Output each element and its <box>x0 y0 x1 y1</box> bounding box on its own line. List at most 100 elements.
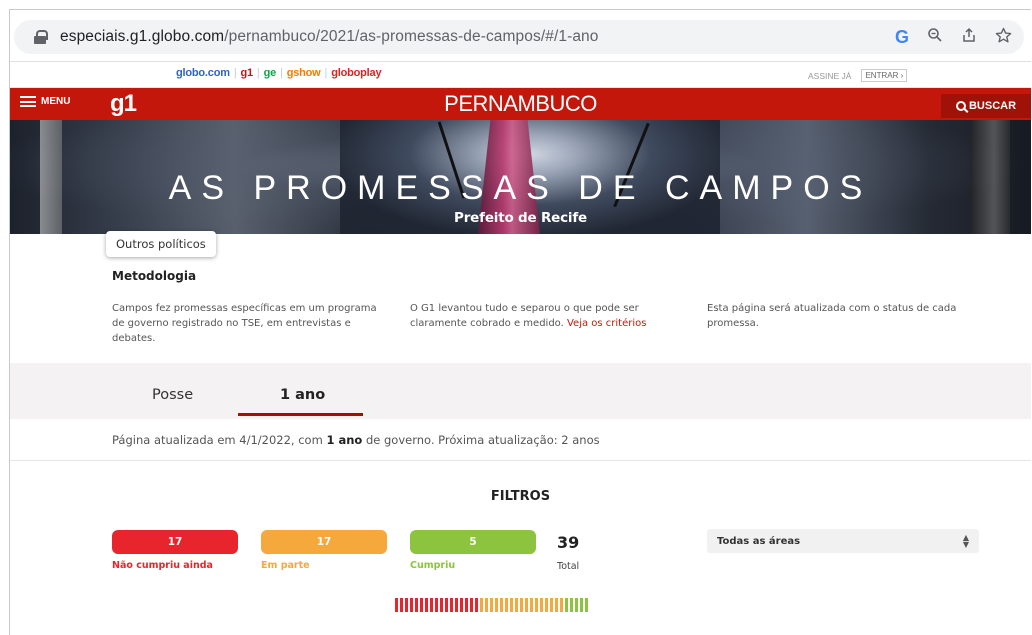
promise-status-tick <box>540 598 543 612</box>
promise-status-tick <box>575 598 578 612</box>
zoom-icon[interactable] <box>927 27 943 47</box>
promise-status-tick <box>570 598 573 612</box>
hero-banner: AS PROMESSAS DE CAMPOS Prefeito de Recif… <box>10 120 1031 234</box>
url-path: /pernambuco/2021/as-promessas-de-campos/… <box>224 28 599 45</box>
active-tab-indicator <box>238 413 363 416</box>
network-link-globoplay[interactable]: globoplay <box>331 67 381 79</box>
promise-status-tick <box>410 598 413 612</box>
promise-status-tick <box>520 598 523 612</box>
methodology-text-1: Campos fez promessas específicas em um p… <box>112 303 377 344</box>
methodology-text-2: O G1 levantou tudo e separou o que pode … <box>410 301 670 331</box>
filter-partial-button[interactable]: 17 <box>261 530 387 554</box>
globo-network-bar: globo.com | g1 | ge | gshow | globoplay ASSINE J… <box>10 62 1031 88</box>
filter-not-fulfilled-button[interactable]: 17 <box>112 530 238 554</box>
period-tabs: Posse 1 ano <box>10 363 1031 419</box>
update-info: Página atualizada em 4/1/2022, com 1 ano… <box>10 419 1031 461</box>
promise-status-tick <box>545 598 548 612</box>
tab-1-ano[interactable]: 1 ano <box>280 387 325 403</box>
lock-icon[interactable] <box>34 30 48 44</box>
promise-status-tick <box>550 598 553 612</box>
search-label: BUSCAR <box>968 100 1017 112</box>
filter-fulfilled-button[interactable]: 5 <box>410 530 536 554</box>
methodology-text-3: Esta página será atualizada com o status… <box>707 303 957 329</box>
hero-title: AS PROMESSAS DE CAMPOS <box>168 169 873 207</box>
promise-status-tick <box>425 598 428 612</box>
promise-status-tick <box>405 598 408 612</box>
network-link-ge[interactable]: ge <box>264 67 277 79</box>
criteria-link[interactable]: Veja os critérios <box>567 318 647 329</box>
promise-status-tick <box>510 598 513 612</box>
promise-status-tick <box>455 598 458 612</box>
promise-status-tick <box>495 598 498 612</box>
entrar-button[interactable]: ENTRAR › <box>861 69 908 82</box>
total-label: Total <box>557 561 580 572</box>
filter-partial-label[interactable]: Em parte <box>261 560 310 571</box>
network-link-separator: | <box>324 67 328 79</box>
promise-status-tick <box>555 598 558 612</box>
promise-status-tick <box>470 598 473 612</box>
browser-toolbar: especiais.g1.globo.com/pernambuco/2021/a… <box>10 10 1031 62</box>
network-link-separator: | <box>256 67 260 79</box>
promise-status-tick <box>480 598 483 612</box>
promise-status-tick <box>475 598 478 612</box>
tab-posse[interactable]: Posse <box>152 387 193 403</box>
promise-status-tick <box>440 598 443 612</box>
promise-status-tick <box>585 598 588 612</box>
promise-status-tick <box>525 598 528 612</box>
site-header: MENU g1 PERNAMBUCO BUSCAR <box>10 88 1031 120</box>
promise-status-tick <box>580 598 583 612</box>
promise-status-tick <box>435 598 438 612</box>
network-link-g1[interactable]: g1 <box>240 67 253 79</box>
share-icon[interactable] <box>961 27 977 47</box>
address-bar[interactable]: especiais.g1.globo.com/pernambuco/2021/a… <box>14 20 1024 54</box>
network-link-gshow[interactable]: gshow <box>287 67 321 79</box>
promise-status-tick <box>465 598 468 612</box>
url-domain: especiais.g1.globo.com <box>60 28 225 45</box>
area-select[interactable]: Todas as áreas ▲ ▼ <box>707 529 979 553</box>
network-link-separator: | <box>280 67 283 79</box>
address-bar-icons: G <box>895 20 1012 54</box>
section-title[interactable]: PERNAMBUCO <box>10 91 1031 117</box>
search-button[interactable]: BUSCAR <box>941 94 1031 118</box>
promise-status-tick <box>430 598 433 612</box>
update-prefix: Página atualizada em 4/1/2022, com <box>112 433 327 447</box>
update-period: 1 ano <box>326 433 363 447</box>
filter-not-fulfilled-label[interactable]: Não cumpriu ainda <box>112 560 213 571</box>
promise-status-tick <box>400 598 403 612</box>
network-link-globo-com[interactable]: globo.com <box>176 67 230 79</box>
account-links: ASSINE JÁ ENTRAR › <box>808 69 908 82</box>
search-icon <box>955 101 966 111</box>
promise-status-tick <box>485 598 488 612</box>
update-suffix: de governo. Próxima atualização: 2 anos <box>362 433 600 447</box>
update-text: Página atualizada em 4/1/2022, com 1 ano… <box>112 433 600 447</box>
promise-status-tick <box>460 598 463 612</box>
filters-title: FILTROS <box>490 489 551 504</box>
methodology-section: Metodologia Campos fez promessas específ… <box>10 234 1031 363</box>
browser-window: especiais.g1.globo.com/pernambuco/2021/a… <box>9 9 1031 635</box>
promise-status-tick <box>415 598 418 612</box>
network-link-separator: | <box>233 67 237 79</box>
google-icon[interactable]: G <box>895 27 909 48</box>
total-count: 39 <box>557 533 580 552</box>
hero-subtitle: Prefeito de Recife <box>454 210 587 226</box>
promise-status-tick <box>505 598 508 612</box>
promise-status-tick <box>395 598 398 612</box>
promise-status-tick <box>565 598 568 612</box>
promise-status-tick <box>490 598 493 612</box>
promise-status-tick <box>530 598 533 612</box>
network-links: globo.com | g1 | ge | gshow | globoplay <box>176 67 385 79</box>
assine-link[interactable]: ASSINE JÁ <box>808 71 851 81</box>
promise-status-tick <box>560 598 563 612</box>
filter-fulfilled-label[interactable]: Cumpriu <box>410 560 455 571</box>
promise-status-tick <box>515 598 518 612</box>
promise-status-tick <box>535 598 538 612</box>
promise-status-tick <box>420 598 423 612</box>
promise-status-tick <box>500 598 503 612</box>
promise-status-tick <box>445 598 448 612</box>
bookmark-star-icon[interactable] <box>995 27 1012 48</box>
methodology-title: Metodologia <box>112 269 197 283</box>
promise-status-bars <box>395 598 588 612</box>
promise-status-tick <box>450 598 453 612</box>
url-text[interactable]: especiais.g1.globo.com/pernambuco/2021/a… <box>60 28 599 46</box>
area-select-value: Todas as áreas <box>717 535 801 547</box>
